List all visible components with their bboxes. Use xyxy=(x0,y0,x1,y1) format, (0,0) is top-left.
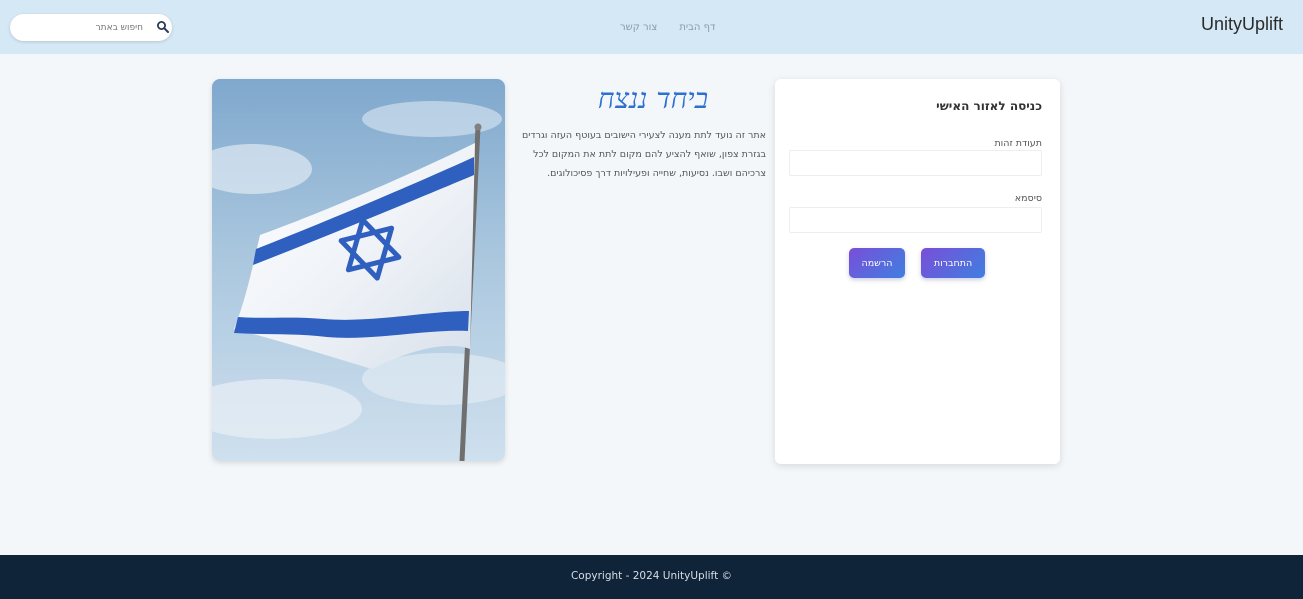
israel-flag-image xyxy=(212,79,505,461)
main-nav: דף הבית צור קשר xyxy=(620,22,715,33)
nav-link-home[interactable]: דף הבית xyxy=(679,22,715,33)
register-button[interactable]: הרשמה xyxy=(849,248,905,278)
intro-title: ביחד ננצח xyxy=(597,82,709,115)
copyright-text: Copyright - 2024 UnityUplift © xyxy=(570,570,733,582)
search-icon[interactable] xyxy=(156,20,170,34)
page-footer: Copyright - 2024 UnityUplift © xyxy=(0,555,1303,599)
search-input[interactable] xyxy=(18,18,143,37)
brand-logo[interactable]: UnityUplift xyxy=(1201,14,1283,35)
login-button[interactable]: התחברות xyxy=(921,248,985,278)
login-card: כניסה לאזור האישי תעודת זהות סיסמא התחבר… xyxy=(775,79,1060,464)
flag-illustration xyxy=(212,79,505,461)
login-title: כניסה לאזור האישי xyxy=(936,99,1042,113)
intro-section: ביחד ננצח אתר זה נועד לתת מענה לצעירי הי… xyxy=(512,82,766,183)
search-box[interactable] xyxy=(10,14,172,41)
top-navbar: דף הבית צור קשר UnityUplift xyxy=(0,0,1303,54)
password-field[interactable] xyxy=(789,207,1042,233)
id-label: תעודת זהות xyxy=(994,138,1042,149)
nav-link-contact[interactable]: צור קשר xyxy=(620,22,657,33)
password-label: סיסמא xyxy=(1014,193,1042,204)
id-field[interactable] xyxy=(789,150,1042,176)
intro-text: אתר זה נועד לתת מענה לצעירי הישובים בעוט… xyxy=(521,130,766,179)
